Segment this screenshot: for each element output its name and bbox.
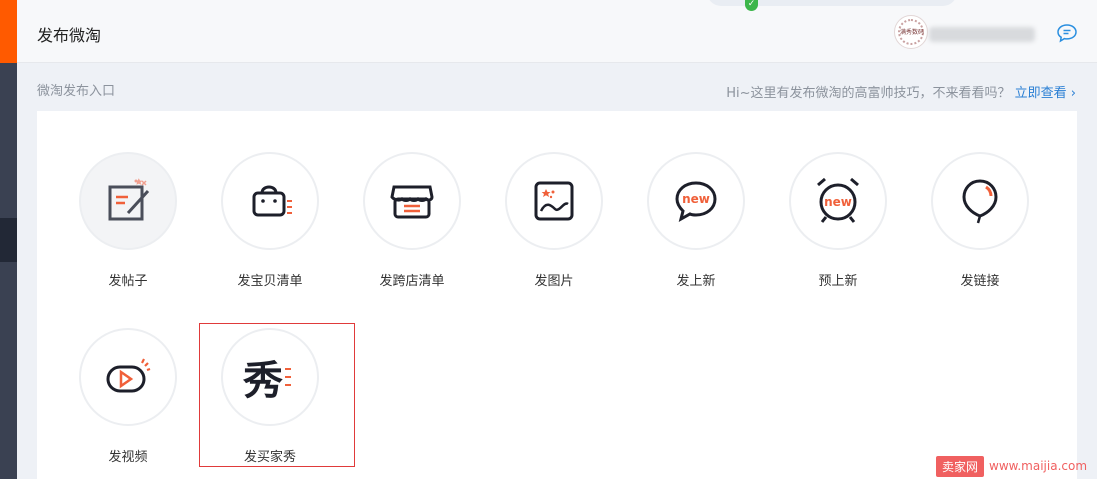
tip-banner: Hi~这里有发布微淘的高富帅技巧，不来看看吗？ 立即查看 › [726, 82, 1076, 101]
chevron-right-icon[interactable]: › [1071, 86, 1076, 101]
alarm-clock-new-icon: new [817, 177, 859, 223]
svg-text:new: new [824, 195, 852, 209]
sidebar-active-item[interactable] [0, 218, 17, 262]
svg-text:new: new [682, 192, 710, 206]
tile-circle[interactable] [931, 152, 1029, 250]
tile-circle[interactable]: new [789, 152, 887, 250]
store-list-icon [390, 185, 434, 219]
tile-link[interactable]: 发链接 [919, 152, 1039, 312]
tile-item-list[interactable]: 发宝贝清单 [209, 152, 329, 312]
tile-circle[interactable]: new [647, 152, 745, 250]
new-chat-bubble-icon: new [675, 181, 717, 222]
tile-circle[interactable] [363, 152, 461, 250]
tile-pre-new-arrival[interactable]: new 预上新 [777, 152, 897, 312]
check-icon: ✓ [745, 0, 758, 11]
tile-circle[interactable] [79, 328, 177, 426]
tile-label: 发跨店清单 [379, 274, 445, 289]
tile-label: 发链接 [960, 274, 1000, 289]
tile-cross-store-list[interactable]: 发跨店清单 [351, 152, 471, 312]
message-icon[interactable] [1056, 23, 1078, 43]
watermark-url: www.maijia.com [989, 459, 1088, 473]
page-title: 发布微淘 [37, 26, 102, 45]
username-blurred [929, 27, 1035, 42]
sidebar-accent-bar [0, 0, 17, 63]
tile-circle[interactable] [79, 152, 177, 250]
tile-label: 发图片 [534, 274, 574, 289]
entry-label: 微淘发布入口 [37, 84, 116, 99]
avatar-text: 满秀数码 [899, 29, 924, 36]
tile-label: 发上新 [676, 274, 716, 289]
tile-circle[interactable] [505, 152, 603, 250]
tip-text: Hi~这里有发布微淘的高富帅技巧，不来看看吗？ [726, 86, 1011, 101]
watermark-badge: 卖家网 [936, 455, 985, 477]
edit-post-icon [108, 178, 150, 221]
watermark: 卖家网 www.maijia.com [936, 455, 1087, 477]
tile-label: 发帖子 [108, 274, 148, 289]
left-sidebar [0, 0, 17, 479]
tile-video[interactable]: 发视频 [67, 328, 187, 479]
tile-image[interactable]: 发图片 [493, 152, 613, 312]
tile-new-arrival[interactable]: new 发上新 [635, 152, 755, 312]
selection-highlight [199, 323, 355, 467]
tile-circle[interactable] [221, 152, 319, 250]
video-play-icon [106, 358, 151, 393]
tile-post[interactable]: 发帖子 [67, 152, 187, 312]
tile-label: 发宝贝清单 [237, 274, 303, 289]
balloon-link-icon [962, 179, 998, 224]
tip-link[interactable]: 立即查看 [1015, 86, 1067, 101]
shopping-bag-list-icon [252, 185, 292, 217]
tile-label: 发视频 [108, 450, 148, 465]
image-icon [534, 181, 574, 221]
top-bar: 发布微淘 ✓ 满秀数码 [17, 0, 1097, 63]
avatar[interactable]: 满秀数码 [894, 15, 928, 49]
tile-label: 预上新 [818, 274, 858, 289]
